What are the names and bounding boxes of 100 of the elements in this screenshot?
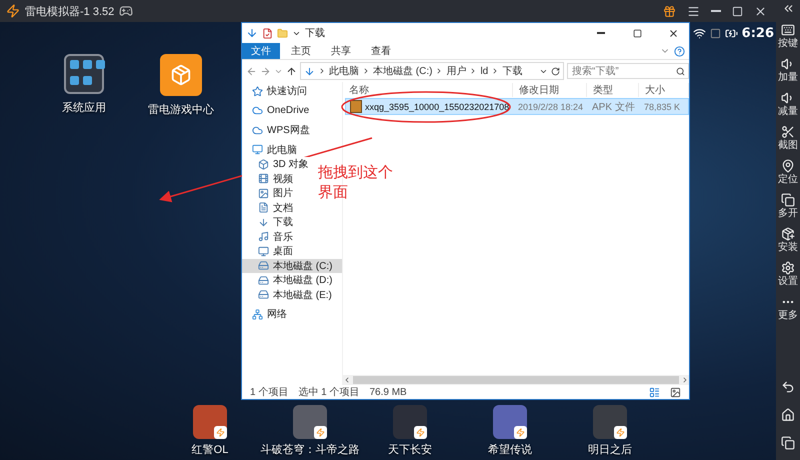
image-icon [258,188,269,199]
ribbon-tab[interactable]: 文件 [242,43,280,59]
lightning-badge-icon [514,426,527,439]
package-icon [170,64,192,86]
settings-icon [781,261,795,275]
back-icon [781,380,795,394]
item-count: 1 个项目 [250,386,288,399]
breadcrumb[interactable]: ld [480,66,488,76]
folder-icon [277,28,288,38]
multi-window-icon [781,193,795,207]
ribbon-tab[interactable]: 主页 [282,43,320,59]
star-icon [252,86,263,97]
game-shortcut[interactable]: 天下长安 [360,405,460,457]
lightning-badge-icon [614,426,627,439]
scroll-left-icon [343,376,351,384]
download-icon [258,216,269,228]
recent-apps-button[interactable] [781,436,795,450]
lightning-badge-icon [214,426,227,439]
details-view-icon [649,386,660,398]
forward-icon [260,66,271,76]
sidebar-button[interactable]: 减量 [776,91,800,117]
help-icon [674,46,685,56]
breadcrumb[interactable]: 此电脑 [329,64,359,78]
sidebar-button[interactable]: 按键 [776,23,800,49]
lightning-badge-icon [314,426,327,439]
keyboard-icon [781,23,795,37]
column-header[interactable]: 修改日期 [513,83,587,97]
drive-icon [258,274,269,286]
back-button[interactable] [781,380,795,394]
game-shortcut[interactable]: 明日之后 [560,405,660,457]
window-title: 下载 [305,26,325,40]
breadcrumb[interactable]: 下载 [502,64,522,78]
sidebar-button[interactable]: 安装 [776,227,800,253]
chevron-icon [318,67,326,75]
sidebar-button[interactable]: 更多 [776,295,800,321]
close-icon [754,4,767,18]
annotation-text: 拖拽到这个 界面 [318,162,393,202]
minimize-icon [711,10,721,12]
lightning-logo-icon [6,4,20,18]
selection-count: 选中 1 个项目 [298,386,360,399]
document-icon [258,202,269,214]
refresh-icon [551,66,560,76]
music-icon [258,231,269,242]
folder-icon [64,54,104,94]
sidebar-button[interactable]: 定位 [776,159,800,185]
game-shortcut[interactable]: 红警OL [160,405,260,457]
properties-icon [262,28,273,38]
sidebar-button[interactable]: 加量 [776,57,800,83]
drive-icon [258,289,269,300]
film-icon [258,173,269,184]
cloud-icon [252,105,263,116]
nav-item[interactable]: 视频 [242,172,295,186]
column-header[interactable]: 名称 [343,83,513,97]
scissors-icon [781,125,795,139]
location-pin-icon [781,159,795,173]
gift-icon [663,4,676,18]
drive-icon [258,260,269,272]
lightning-badge-icon [414,426,427,439]
install-icon [781,227,795,241]
search-field[interactable]: 搜索“下载” [567,63,689,79]
battery-icon [724,27,738,40]
recent-apps-icon [781,436,795,450]
scroll-right-icon [681,376,689,384]
nav-item[interactable]: 本地磁盘 (C:) [242,258,342,273]
breadcrumb[interactable]: 用户 [446,64,466,78]
back-icon [246,66,257,76]
file-row[interactable]: xxqg_3595_10000_1550232021708 2019/2/28 18:24 APK 文件 78,835 K [345,98,689,115]
download-icon [304,66,315,76]
monitor-icon [252,144,263,156]
network-icon [252,308,263,320]
apk-file-icon [350,100,362,113]
menu-icon [687,4,700,18]
download-icon [246,27,258,39]
sidebar-button[interactable]: 多开 [776,193,800,219]
gamepad-icon [119,4,134,18]
app-shortcut[interactable]: 系统应用 [62,54,106,115]
maximize-icon [732,6,743,16]
game-shortcut[interactable]: 希望传说 [460,405,560,457]
desktop-icon [258,246,269,257]
address-bar[interactable]: 此电脑 本地磁盘 (C:) 用户 ld 下载 [300,62,564,80]
chevron-icon [362,67,370,75]
clock-time: 6:26 [742,26,774,41]
column-header[interactable]: 类型 [587,83,639,97]
selection-size: 76.9 MB [369,386,407,398]
sidebar-button[interactable]: 截图 [776,125,800,151]
home-button[interactable] [781,408,795,422]
thumbnail-view-icon [670,386,681,398]
sidebar-button[interactable]: 设置 [776,261,800,287]
cube-icon [258,158,269,170]
up-icon [286,66,297,76]
app-title: 雷电模拟器-1 3.52 [25,4,114,18]
ribbon-tab[interactable]: 共享 [322,43,360,59]
close-icon [668,28,678,38]
maximize-icon [632,28,642,38]
column-header[interactable]: 大小 [639,83,689,97]
app-shortcut[interactable]: 雷电游戏中心 [148,54,214,117]
game-shortcut[interactable]: 斗破苍穹：斗帝之路 [260,405,360,457]
minimize-icon [597,32,605,34]
breadcrumb[interactable]: 本地磁盘 (C:) [373,64,432,78]
ribbon-tab[interactable]: 查看 [362,43,400,59]
